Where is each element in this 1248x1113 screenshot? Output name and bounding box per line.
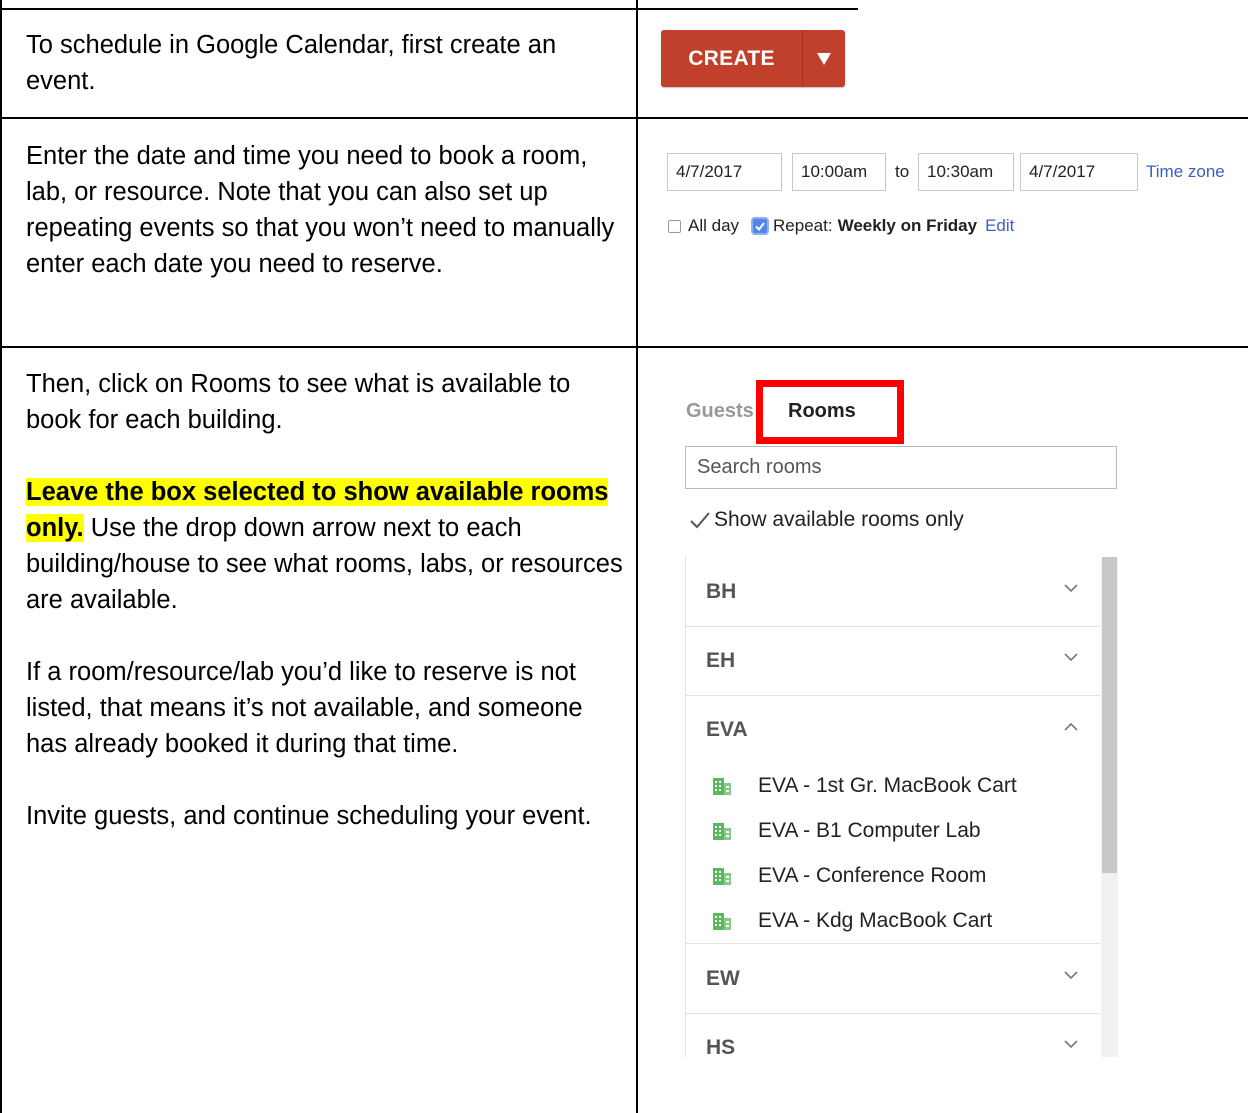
show-available-rooms-label: Show available rooms only: [714, 508, 964, 531]
row1-instruction: To schedule in Google Calendar, first cr…: [26, 27, 626, 99]
chevron-up-icon[interactable]: [1064, 722, 1078, 731]
row3-paragraph-4: Invite guests, and continue scheduling y…: [26, 802, 592, 830]
all-day-label: All day: [688, 216, 740, 235]
repeat-label: Repeat:: [773, 216, 833, 235]
building-row-hs[interactable]: HS: [686, 1013, 1100, 1057]
table-border-left: [0, 0, 2, 1113]
building-list: BH EH EVA EVA - 1st Gr. MacBook Cart EVA…: [685, 557, 1118, 1057]
row3-paragraph-2: Leave the box selected to show available…: [26, 474, 626, 618]
repeat-edit-link[interactable]: Edit: [985, 216, 1014, 236]
building-name: EW: [706, 967, 740, 990]
event-options-row: All day Repeat: Weekly on Friday Edit: [668, 213, 1014, 239]
building-name: HS: [706, 1036, 736, 1057]
chevron-down-icon[interactable]: [1064, 1040, 1078, 1049]
instruction-table: To schedule in Google Calendar, first cr…: [0, 0, 1248, 1113]
to-label: to: [895, 162, 910, 181]
create-button[interactable]: CREATE: [661, 30, 845, 87]
room-name: EVA - B1 Computer Lab: [758, 819, 981, 842]
table-row-divider-2: [0, 346, 1248, 348]
table-border-middle: [636, 0, 638, 1113]
end-date-field[interactable]: 4/7/2017: [1020, 153, 1138, 191]
all-day-checkbox[interactable]: [668, 219, 681, 233]
repeat-checkbox[interactable]: [751, 217, 770, 235]
building-row-eh[interactable]: EH: [686, 626, 1100, 696]
row2-text: Enter the date and time you need to book…: [26, 142, 615, 278]
building-icon: [713, 778, 731, 795]
tab-guests[interactable]: Guests: [686, 400, 754, 423]
building-icon: [713, 868, 731, 885]
building-icon: [713, 823, 731, 840]
chevron-down-icon[interactable]: [1064, 584, 1078, 593]
show-available-rooms-option[interactable]: Show available rooms only: [689, 508, 964, 532]
row3-paragraph-3: If a room/resource/lab you’d like to res…: [26, 658, 583, 758]
building-row-bh[interactable]: BH: [686, 557, 1100, 627]
start-date-field[interactable]: 4/7/2017: [667, 153, 782, 191]
scrollbar-track[interactable]: [1101, 557, 1118, 1057]
room-item[interactable]: EVA - Kdg MacBook Cart: [686, 899, 1100, 943]
room-name: EVA - 1st Gr. MacBook Cart: [758, 774, 1017, 797]
row3-paragraph-2-rest: Use the drop down arrow next to each bui…: [26, 514, 623, 614]
table-border-top: [0, 8, 858, 10]
chevron-down-icon[interactable]: [1064, 971, 1078, 980]
row3-paragraph-1: Then, click on Rooms to see what is avai…: [26, 370, 571, 434]
building-row-ew[interactable]: EW: [686, 943, 1100, 1014]
time-zone-link[interactable]: Time zone: [1146, 153, 1225, 191]
table-row-divider-1: [0, 117, 1248, 119]
chevron-down-icon[interactable]: [1064, 653, 1078, 662]
building-row-eva[interactable]: EVA: [686, 695, 1100, 764]
building-icon: [713, 913, 731, 930]
room-name: EVA - Conference Room: [758, 864, 987, 887]
start-time-field[interactable]: 10:00am: [792, 153, 886, 191]
scrollbar-thumb[interactable]: [1102, 557, 1117, 873]
building-name: EVA: [706, 718, 748, 741]
end-time-field[interactable]: 10:30am: [918, 153, 1014, 191]
room-item[interactable]: EVA - Conference Room: [686, 854, 1100, 898]
create-button-label: CREATE: [688, 46, 775, 70]
create-dropdown-caret-icon[interactable]: [803, 52, 845, 65]
search-rooms-input[interactable]: Search rooms: [685, 446, 1117, 489]
row1-text: To schedule in Google Calendar, first cr…: [26, 31, 557, 95]
building-name: EH: [706, 649, 736, 672]
row2-instruction: Enter the date and time you need to book…: [26, 138, 626, 282]
check-icon: [755, 221, 765, 231]
row3-instruction: Then, click on Rooms to see what is avai…: [26, 366, 626, 834]
room-item[interactable]: EVA - B1 Computer Lab: [686, 809, 1100, 853]
room-item[interactable]: EVA - 1st Gr. MacBook Cart: [686, 764, 1100, 808]
repeat-value: Weekly on Friday: [837, 216, 978, 235]
rooms-tab-highlight-box: [756, 380, 904, 444]
building-name: BH: [706, 580, 737, 603]
room-name: EVA - Kdg MacBook Cart: [758, 909, 993, 932]
checkmark-icon[interactable]: [689, 510, 711, 530]
